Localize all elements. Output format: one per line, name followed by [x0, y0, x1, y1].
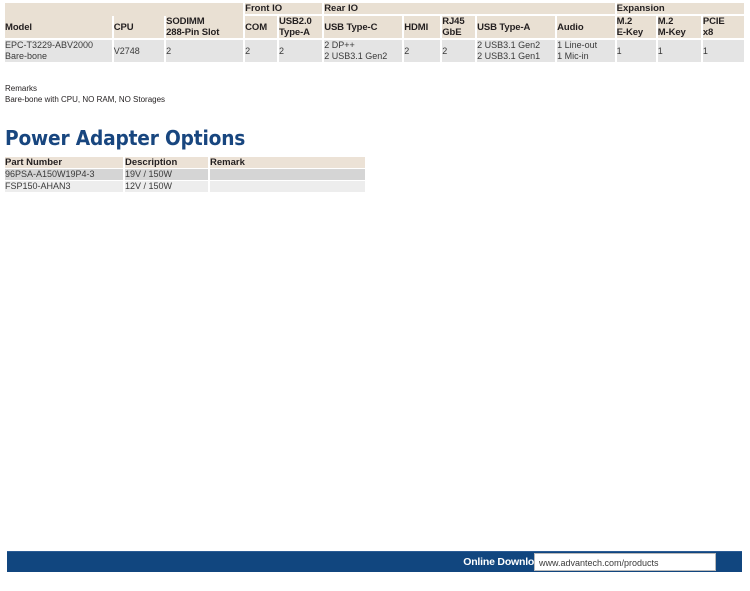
cell-usb-type-c: 2 DP++ 2 USB3.1 Gen2 — [324, 38, 405, 62]
cell-model: EPC-T3229-ABV2000 Bare-bone — [5, 38, 114, 62]
column-header-pcie-x8: PCIE x8 — [702, 16, 744, 38]
cell-pcie-x8: 1 — [702, 38, 744, 62]
cell-hdmi: 2 — [404, 38, 443, 62]
column-header-description: Description — [125, 157, 210, 168]
power-adapter-table-container: Part Number Description Remark 96PSA-A15… — [5, 157, 365, 192]
adapter-header-row: Part Number Description Remark — [5, 157, 365, 168]
cell-remark — [210, 180, 365, 192]
cell-description: 19V / 150W — [125, 168, 210, 180]
group-header-rear-io: Rear IO — [324, 3, 617, 16]
remarks-text: Bare-bone with CPU, NO RAM, NO Storages — [5, 94, 166, 104]
cell-rj45-gbe: 2 — [442, 38, 478, 62]
group-header-expansion: Expansion — [616, 3, 744, 16]
footer-bar: Online Download www.advantech.com/produc… — [7, 551, 742, 572]
column-header-hdmi: HDMI — [404, 16, 443, 38]
column-header-rj45-gbe: RJ45 GbE — [442, 16, 478, 38]
column-header-sodimm: SODIMM 288-Pin Slot — [166, 16, 246, 38]
specification-table: Front IO Rear IO Expansion Model CPU SOD… — [5, 3, 744, 62]
cell-m2-e-key: 1 — [616, 38, 658, 62]
specification-table-container: Front IO Rear IO Expansion Model CPU SOD… — [5, 3, 744, 62]
cell-usb20-type-a: 2 — [279, 38, 325, 62]
table-group-header-row: Front IO Rear IO Expansion — [5, 3, 744, 16]
online-download-url-box[interactable]: www.advantech.com/products — [534, 553, 716, 571]
cell-m2-m-key: 1 — [657, 38, 703, 62]
column-header-audio: Audio — [557, 16, 617, 38]
column-header-m2-e-key: M.2 E-Key — [616, 16, 658, 38]
cell-audio: 1 Line-out 1 Mic-in — [557, 38, 617, 62]
online-download-url[interactable]: www.advantech.com/products — [539, 557, 659, 569]
cell-remark — [210, 168, 365, 180]
column-header-com: COM — [245, 16, 280, 38]
column-header-remark: Remark — [210, 157, 365, 168]
cell-cpu: V2748 — [113, 38, 167, 62]
table-row: FSP150-AHAN3 12V / 150W — [5, 180, 365, 192]
column-header-usb20-type-a: USB2.0 Type-A — [279, 16, 325, 38]
group-header-blank — [5, 3, 246, 16]
power-adapter-table: Part Number Description Remark 96PSA-A15… — [5, 157, 365, 192]
group-header-front-io: Front IO — [245, 3, 325, 16]
column-header-part-number: Part Number — [5, 157, 125, 168]
cell-part-number: FSP150-AHAN3 — [5, 180, 125, 192]
table-row: EPC-T3229-ABV2000 Bare-bone V2748 2 2 2 2… — [5, 38, 744, 62]
remarks-title: Remarks — [5, 84, 38, 93]
column-header-usb-type-a: USB Type-A — [477, 16, 558, 38]
column-header-model: Model — [5, 16, 114, 38]
column-header-cpu: CPU — [113, 16, 167, 38]
table-row: 96PSA-A150W19P4-3 19V / 150W — [5, 168, 365, 180]
cell-usb-type-a: 2 USB3.1 Gen2 2 USB3.1 Gen1 — [477, 38, 558, 62]
column-header-m2-m-key: M.2 M-Key — [657, 16, 703, 38]
table-column-header-row: Model CPU SODIMM 288-Pin Slot COM USB2.0 T… — [5, 16, 744, 38]
cell-part-number: 96PSA-A150W19P4-3 — [5, 168, 125, 180]
remarks-block: Remarks Bare-bone with CPU, NO RAM, NO S… — [5, 84, 165, 105]
column-header-usb-type-c: USB Type-C — [324, 16, 405, 38]
page-title: Power Adapter Options — [5, 126, 246, 150]
cell-sodimm: 2 — [166, 38, 246, 62]
cell-com: 2 — [245, 38, 280, 62]
cell-description: 12V / 150W — [125, 180, 210, 192]
